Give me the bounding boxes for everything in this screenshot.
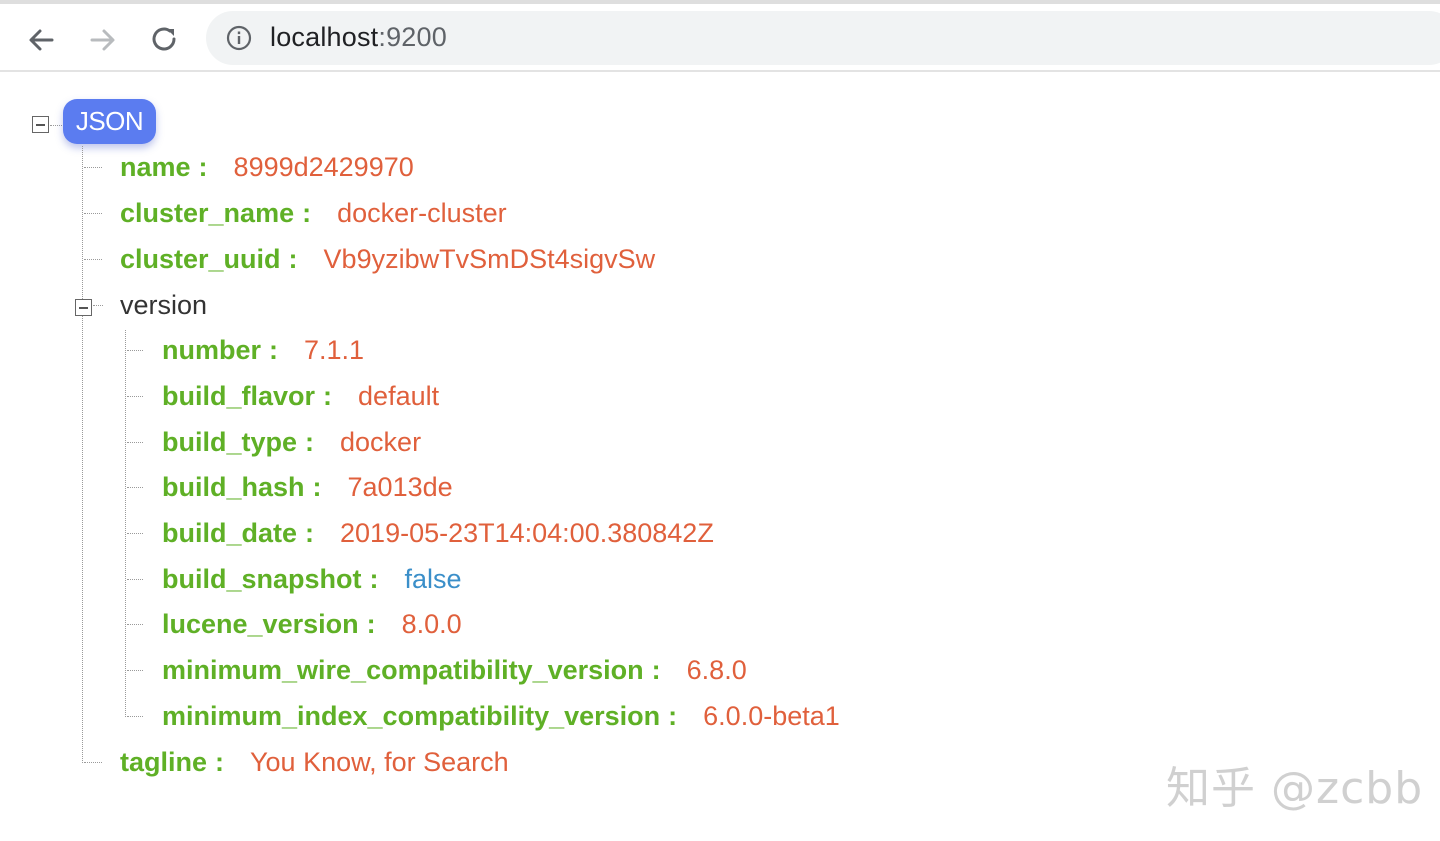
- tree-connector: [127, 396, 143, 397]
- json-value: docker-cluster: [337, 198, 507, 228]
- json-key: build_flavor: [162, 381, 316, 411]
- json-colon: :: [302, 198, 312, 228]
- tree-guide: [82, 146, 83, 763]
- json-colon: :: [312, 472, 322, 502]
- json-value: 7a013de: [347, 472, 453, 502]
- json-value: Vb9yzibwTvSmDSt4sigvSw: [323, 244, 656, 274]
- tree-guide: [125, 330, 126, 717]
- json-value: 8999d2429970: [233, 152, 414, 182]
- reload-icon[interactable]: [142, 18, 186, 62]
- json-key: cluster_name: [120, 198, 295, 228]
- json-key: build_hash: [162, 472, 305, 502]
- json-object-label[interactable]: version: [120, 290, 207, 320]
- json-value: You Know, for Search: [250, 747, 509, 777]
- back-arrow-icon[interactable]: [20, 18, 64, 62]
- json-value: false: [404, 564, 462, 594]
- json-colon: :: [369, 564, 379, 594]
- json-object-row: version: [120, 285, 207, 325]
- json-value: docker: [340, 427, 422, 457]
- json-key: build_date: [162, 518, 298, 548]
- json-field-row: lucene_version:8.0.0: [162, 604, 462, 644]
- json-key: number: [162, 335, 262, 365]
- json-colon: :: [651, 655, 661, 685]
- tree-connector: [127, 487, 143, 488]
- info-icon[interactable]: [226, 25, 252, 51]
- json-key: build_snapshot: [162, 564, 362, 594]
- json-value: 6.8.0: [686, 655, 747, 685]
- json-colon: :: [323, 381, 333, 411]
- json-key: minimum_index_compatibility_version: [162, 701, 661, 731]
- json-value: 6.0.0-beta1: [703, 701, 840, 731]
- collapse-toggle-version[interactable]: [75, 299, 92, 316]
- url-text[interactable]: localhost:9200: [270, 22, 447, 53]
- json-colon: :: [305, 427, 315, 457]
- json-key: build_type: [162, 427, 298, 457]
- json-field-row: number:7.1.1: [162, 330, 364, 370]
- json-field-row: name:8999d2429970: [120, 147, 414, 187]
- tree-connector: [127, 624, 143, 625]
- collapse-toggle-root[interactable]: [32, 116, 49, 133]
- tree-connector: [50, 125, 62, 126]
- json-value: 8.0.0: [401, 609, 462, 639]
- json-field-row: tagline: You Know, for Search: [120, 742, 509, 782]
- json-field-row: build_snapshot: false: [162, 559, 462, 599]
- json-colon: :: [198, 152, 208, 182]
- json-key: lucene_version: [162, 609, 359, 639]
- json-colon: :: [668, 701, 678, 731]
- tree-connector: [127, 533, 143, 534]
- json-value: default: [358, 381, 440, 411]
- tree-connector: [93, 305, 103, 306]
- url-port: :9200: [378, 22, 447, 52]
- json-field-row: cluster_uuid: Vb9yzibwTvSmDSt4sigvSw: [120, 239, 655, 279]
- json-key: minimum_wire_compatibility_version: [162, 655, 644, 685]
- tree-connector: [127, 579, 143, 580]
- json-field-row: build_date:2019-05-23T14:04:00.380842Z: [162, 513, 714, 553]
- json-field-row: cluster_name: docker-cluster: [120, 193, 507, 233]
- json-colon: :: [305, 518, 315, 548]
- json-key: tagline: [120, 747, 208, 777]
- tree-connector: [127, 442, 143, 443]
- tree-connector: [84, 762, 102, 763]
- json-key: name: [120, 152, 191, 182]
- json-tree: JSON name:8999d2429970 cluster_name: dock…: [0, 72, 1440, 841]
- forward-arrow-icon[interactable]: [80, 18, 124, 62]
- json-colon: :: [366, 609, 376, 639]
- json-colon: :: [269, 335, 279, 365]
- json-field-row: minimum_index_compatibility_version:6.0.…: [162, 696, 840, 736]
- url-host: localhost: [270, 22, 379, 52]
- tree-connector: [127, 716, 143, 717]
- json-colon: :: [215, 747, 225, 777]
- tree-connector: [127, 350, 143, 351]
- json-field-row: minimum_wire_compatibility_version:6.8.0: [162, 650, 747, 690]
- json-field-row: build_type: docker: [162, 422, 421, 462]
- tree-connector: [127, 670, 143, 671]
- json-root-badge[interactable]: JSON: [63, 99, 156, 144]
- json-key: cluster_uuid: [120, 244, 281, 274]
- watermark: 知乎 @zcbb: [1166, 763, 1424, 814]
- tree-connector: [84, 213, 102, 214]
- json-field-row: build_hash:7a013de: [162, 467, 453, 507]
- json-value: 7.1.1: [304, 335, 365, 365]
- json-colon: :: [288, 244, 298, 274]
- browser-toolbar: localhost:9200: [0, 0, 1440, 72]
- json-value: 2019-05-23T14:04:00.380842Z: [340, 518, 714, 548]
- tree-connector: [84, 259, 102, 260]
- tree-connector: [84, 167, 102, 168]
- json-field-row: build_flavor: default: [162, 376, 439, 416]
- address-bar[interactable]: localhost:9200: [206, 11, 1440, 65]
